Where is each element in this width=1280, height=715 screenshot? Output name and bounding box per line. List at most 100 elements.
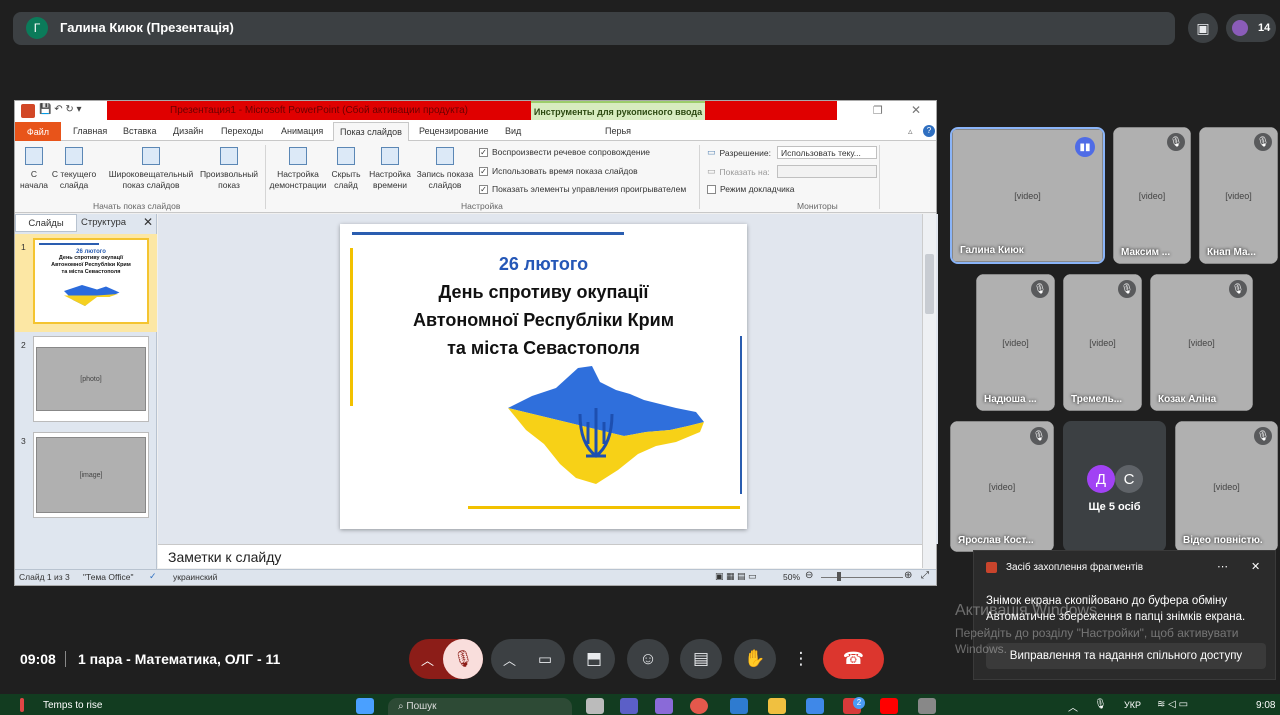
weather-icon[interactable] — [20, 698, 24, 712]
more-participants-tile[interactable]: Д С Ще 5 осіб — [1063, 421, 1166, 552]
slide-thumbnail-3[interactable]: [image] — [33, 432, 149, 518]
participant-tile-2[interactable]: [video] 🎙 Максим ... — [1113, 127, 1191, 264]
ribbon: С начала С текущего слайда Широковещател… — [15, 141, 936, 213]
notes-field[interactable]: Заметки к слайду — [158, 544, 922, 568]
hide-presentation-icon[interactable]: ▣ — [1188, 13, 1218, 43]
participant-tile-4[interactable]: [video] 🎙 Надюша ... — [976, 274, 1055, 411]
tab-insert[interactable]: Вставка — [123, 126, 156, 136]
teams-icon[interactable] — [620, 698, 638, 714]
mail-icon[interactable] — [806, 698, 824, 714]
participant-tile-8[interactable]: [video] 🎙 Відео повністю. — [1175, 421, 1278, 552]
close-toast-icon[interactable]: ✕ — [1251, 560, 1260, 573]
media-controls-checkbox[interactable]: ✓ Показать элементы управления проигрыват… — [479, 184, 686, 194]
participant-tile-5[interactable]: [video] 🎙 Тремель... — [1063, 274, 1142, 411]
scroll-thumb[interactable] — [925, 254, 934, 314]
view-buttons-icons[interactable]: ▣ ▦ ▤ ▭ — [715, 571, 757, 582]
tab-slideshow[interactable]: Показ слайдов — [333, 122, 409, 142]
vertical-scrollbar[interactable] — [922, 214, 936, 568]
tab-animation[interactable]: Анимация — [281, 126, 323, 136]
participant-tile-6[interactable]: [video] 🎙 Козак Аліна — [1150, 274, 1253, 411]
broadcast-button[interactable]: Широковещательный показ слайдов — [105, 147, 197, 191]
close-icon[interactable]: ✕ — [911, 103, 921, 117]
resolution-combo[interactable]: Использовать теку... — [777, 146, 877, 159]
tab-slides[interactable]: Слайды — [15, 214, 77, 232]
tab-file[interactable]: Файл — [15, 122, 61, 141]
minimize-ribbon-icon[interactable]: ▵ — [908, 126, 913, 137]
zoom-in-icon[interactable]: ⊕ — [904, 570, 912, 581]
pinned-app-icon[interactable] — [918, 698, 936, 714]
weather-text[interactable]: Temps to rise — [43, 700, 102, 711]
taskview-icon[interactable] — [586, 698, 604, 714]
taskbar-search[interactable]: ⌕ Пошук — [388, 698, 572, 715]
slide-thumbnail-1[interactable]: 26 лютого День спротиву окупації Автоном… — [33, 238, 149, 324]
leave-call-button[interactable]: ☎ — [823, 639, 884, 679]
tray-chevron-icon[interactable]: ︿ — [1068, 699, 1078, 714]
network-speaker-battery-icons[interactable]: ≋ ◁ ▭ — [1157, 699, 1188, 710]
setup-show-button[interactable]: Настройка демонстрации — [267, 147, 329, 191]
participants-button[interactable]: 14 — [1226, 14, 1276, 42]
spellcheck-icon[interactable]: ✓ — [149, 571, 157, 582]
reactions-icon[interactable]: ☺ — [627, 639, 669, 679]
chrome-icon[interactable] — [690, 698, 708, 714]
resolution-label: ▭ Разрешение: — [707, 147, 771, 158]
notification-badge: 2 — [853, 697, 865, 709]
zoom-slider[interactable] — [821, 577, 903, 578]
camera-options-icon[interactable]: ︿ — [503, 650, 516, 669]
timings-checkbox[interactable]: ✓ Использовать время показа слайдов — [479, 166, 638, 176]
copilot-icon[interactable] — [655, 698, 673, 714]
from-beginning-button[interactable]: С начала — [17, 147, 51, 191]
present-button[interactable]: ⬒ — [573, 639, 615, 679]
tab-home[interactable]: Главная — [73, 126, 107, 136]
zoom-slider-thumb[interactable] — [837, 572, 841, 581]
fit-window-icon[interactable]: ⤢ — [921, 570, 929, 581]
narration-checkbox[interactable]: ✓ Воспроизвести речевое сопровождение — [479, 147, 650, 157]
slide-thumbnail-2[interactable]: [photo] — [33, 336, 149, 422]
custom-show-button[interactable]: Произвольный показ — [197, 147, 261, 191]
restore-icon[interactable]: ❐ — [873, 104, 883, 117]
more-options-icon[interactable]: ⋯ — [1217, 560, 1228, 573]
windows-taskbar — [0, 694, 1280, 715]
start-button-icon[interactable] — [356, 698, 374, 714]
record-show-button[interactable]: Запись показа слайдов — [413, 147, 477, 191]
hide-slide-button[interactable]: Скрыть слайд — [329, 147, 363, 191]
store-icon[interactable] — [730, 698, 748, 714]
tab-design[interactable]: Дизайн — [173, 126, 203, 136]
mic-options-icon[interactable]: ︿ — [421, 650, 434, 669]
more-options-icon[interactable]: ⋮ — [788, 639, 814, 679]
slides-pane: Слайды Структура ✕ 1 26 лютого День спро… — [15, 214, 157, 569]
tab-transitions[interactable]: Переходы — [221, 126, 263, 136]
rehearse-timings-button[interactable]: Настройка времени — [367, 147, 413, 191]
participant-tile-1[interactable]: [video] ▮▮ Галина Киюк — [950, 127, 1105, 264]
tab-outline[interactable]: Структура — [81, 217, 126, 228]
close-pane-icon[interactable]: ✕ — [143, 215, 153, 229]
presenter-view-checkbox[interactable]: Режим докладчика — [707, 184, 795, 194]
help-icon[interactable]: ? — [923, 125, 935, 137]
mic-off-icon: 🎙 — [1167, 133, 1185, 151]
mic-off-button[interactable]: 🎙 — [443, 639, 483, 679]
slide-number: 2 — [21, 340, 26, 350]
microphone-tray-icon[interactable]: 🎙 — [1094, 699, 1107, 710]
from-current-button[interactable]: С текущего слайда — [51, 147, 97, 191]
tab-view[interactable]: Вид — [505, 126, 521, 136]
tab-pens[interactable]: Перья — [605, 126, 631, 136]
thumb-title-2: Автономної Республіки Крим — [51, 262, 131, 268]
captions-icon[interactable]: ▤ — [680, 639, 722, 679]
youtube-icon[interactable] — [880, 698, 898, 714]
tab-review[interactable]: Рецензирование — [419, 126, 489, 136]
clock-divider — [65, 651, 66, 667]
camera-button[interactable]: ▭ — [525, 639, 565, 679]
participant-tile-7[interactable]: [video] 🎙 Ярослав Кост... — [950, 421, 1054, 552]
title-red-extension — [705, 101, 837, 120]
slideshow-current-icon — [65, 147, 83, 165]
quick-access-icons[interactable]: 💾 ↶ ↻ ▾ — [39, 104, 82, 115]
show-on-combo[interactable] — [777, 165, 877, 178]
taskbar-clock[interactable]: 9:08 — [1256, 700, 1275, 711]
participant-tile-3[interactable]: [video] 🎙 Кнап Ма... — [1199, 127, 1278, 264]
zoom-out-icon[interactable]: ⊖ — [805, 570, 813, 581]
raise-hand-icon[interactable]: ✋ — [734, 639, 776, 679]
slide-editor: 26 лютого День спротиву окупації Автоном… — [158, 214, 938, 544]
keyboard-language[interactable]: УКР — [1124, 700, 1141, 710]
current-slide[interactable]: 26 лютого День спротиву окупації Автоном… — [340, 224, 747, 529]
group-monitors-label: Мониторы — [797, 201, 838, 211]
explorer-icon[interactable] — [768, 698, 786, 714]
